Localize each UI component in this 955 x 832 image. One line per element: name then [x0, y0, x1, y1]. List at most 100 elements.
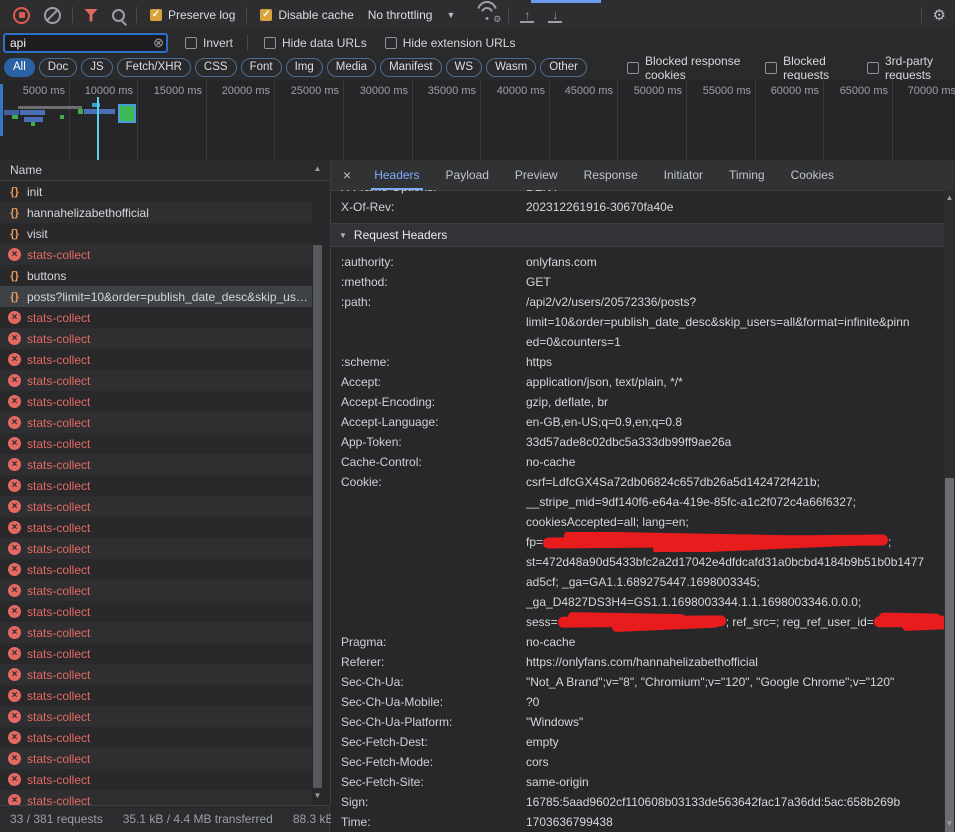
request-row[interactable]: ×stats-collect [0, 580, 312, 601]
filter-toggle-button[interactable] [77, 0, 105, 30]
checkbox-checked-icon: ✓ [260, 9, 272, 21]
request-name: stats-collect [27, 395, 312, 409]
request-row[interactable]: ×stats-collect [0, 475, 312, 496]
import-har-button[interactable]: ↑ [513, 0, 541, 30]
header-value-line: https://onlyfans.com/hannahelizabethoffi… [526, 652, 944, 672]
type-pill-other[interactable]: Other [540, 58, 587, 77]
throttling-dropdown[interactable]: No throttling ▼ [361, 0, 463, 30]
tab-headers[interactable]: Headers [361, 160, 432, 190]
request-headers-section-header[interactable]: ▼Request Headers [331, 223, 944, 247]
header-value-line: same-origin [526, 772, 944, 792]
type-pill-css[interactable]: CSS [195, 58, 237, 77]
disable-cache-checkbox[interactable]: ✓ Disable cache [253, 0, 360, 30]
filter-input[interactable] [4, 34, 167, 52]
header-name: :authority: [331, 252, 526, 272]
header-value-line: https [526, 352, 944, 372]
type-pill-all[interactable]: All [4, 58, 35, 77]
tab-initiator[interactable]: Initiator [651, 160, 716, 190]
type-pill-font[interactable]: Font [241, 58, 282, 77]
request-row[interactable]: ×stats-collect [0, 538, 312, 559]
export-har-button[interactable]: ↓ [541, 0, 569, 30]
tab-payload[interactable]: Payload [433, 160, 502, 190]
type-pill-wasm[interactable]: Wasm [486, 58, 536, 77]
header-value: same-origin [526, 772, 944, 792]
blocked-requests-checkbox[interactable]: Blocked requests [765, 54, 849, 82]
request-row[interactable]: ×stats-collect [0, 685, 312, 706]
hide-extension-urls-checkbox[interactable]: Hide extension URLs [385, 36, 516, 50]
invert-checkbox[interactable]: Invert [185, 36, 233, 50]
request-row[interactable]: ×stats-collect [0, 748, 312, 769]
request-row[interactable]: ×stats-collect [0, 559, 312, 580]
request-row[interactable]: ×stats-collect [0, 517, 312, 538]
search-button[interactable] [105, 0, 132, 30]
type-pill-js[interactable]: JS [81, 58, 112, 77]
name-column-header[interactable]: Name [0, 160, 330, 181]
request-row[interactable]: {}buttons [0, 265, 312, 286]
header-value: 16785:5aad9602cf110608b03133de563642fac1… [526, 792, 944, 812]
close-icon[interactable]: × [331, 167, 361, 183]
type-pill-img[interactable]: Img [286, 58, 323, 77]
request-row[interactable]: ×stats-collect [0, 706, 312, 727]
tab-timing[interactable]: Timing [716, 160, 778, 190]
type-pill-doc[interactable]: Doc [39, 58, 77, 77]
request-row[interactable]: {}visit [0, 223, 312, 244]
clear-filter-icon[interactable]: ⊗ [153, 35, 164, 51]
request-row[interactable]: ×stats-collect [0, 391, 312, 412]
request-row[interactable]: ×stats-collect [0, 307, 312, 328]
request-row[interactable]: {}init [0, 181, 312, 202]
clear-button[interactable] [37, 0, 68, 30]
tab-response[interactable]: Response [571, 160, 651, 190]
request-row[interactable]: ×stats-collect [0, 328, 312, 349]
request-row[interactable]: ×stats-collect [0, 412, 312, 433]
chevron-down-icon: ▼ [446, 10, 455, 20]
error-icon: × [8, 710, 21, 723]
details-scrollbar-thumb[interactable] [945, 478, 954, 832]
request-row[interactable]: ×stats-collect [0, 601, 312, 622]
header-row: Cookie:csrf=LdfcGX4Sa72db06824c657db26a5… [331, 472, 944, 632]
request-row[interactable]: ×stats-collect [0, 664, 312, 685]
blocked-response-cookies-checkbox[interactable]: Blocked response cookies [627, 54, 747, 82]
header-value-line: en-GB,en-US;q=0.9,en;q=0.8 [526, 412, 944, 432]
request-name: stats-collect [27, 458, 312, 472]
request-row[interactable]: ×stats-collect [0, 349, 312, 370]
network-status-bar: 33 / 381 requests 35.1 kB / 4.4 MB trans… [0, 805, 330, 832]
header-row: :path:/api2/v2/users/20572336/posts?limi… [331, 292, 944, 352]
header-name: Accept: [331, 372, 526, 392]
request-row[interactable]: ×stats-collect [0, 454, 312, 475]
type-pill-fetch-xhr[interactable]: Fetch/XHR [117, 58, 191, 77]
filter-divider [247, 35, 248, 51]
requests-scrollbar-thumb[interactable] [313, 245, 322, 788]
disclosure-triangle-icon: ▼ [339, 231, 347, 240]
scroll-down-icon[interactable]: ▼ [312, 791, 323, 800]
request-row[interactable]: ×stats-collect [0, 433, 312, 454]
request-row[interactable]: ×stats-collect [0, 370, 312, 391]
network-conditions-button[interactable]: ⚙ [470, 0, 504, 30]
tab-preview[interactable]: Preview [502, 160, 571, 190]
request-row[interactable]: ×stats-collect [0, 244, 312, 265]
error-icon: × [8, 374, 21, 387]
request-row[interactable]: ×stats-collect [0, 727, 312, 748]
request-row[interactable]: ×stats-collect [0, 643, 312, 664]
record-button[interactable] [6, 0, 37, 30]
hide-data-urls-checkbox[interactable]: Hide data URLs [264, 36, 367, 50]
type-pill-ws[interactable]: WS [446, 58, 483, 77]
header-row: :authority:onlyfans.com [331, 252, 944, 272]
3rd-party-requests-checkbox[interactable]: 3rd-party requests [867, 54, 955, 82]
timeline-tick-label: 70000 ms [880, 85, 955, 97]
settings-button[interactable]: ⚙ [926, 0, 953, 30]
type-pill-media[interactable]: Media [327, 58, 376, 77]
request-row[interactable]: ×stats-collect [0, 622, 312, 643]
request-row[interactable]: ×stats-collect [0, 790, 312, 805]
preserve-log-checkbox[interactable]: ✓ Preserve log [143, 0, 242, 30]
request-row[interactable]: ×stats-collect [0, 769, 312, 790]
network-overview-timeline[interactable]: 5000 ms10000 ms15000 ms20000 ms25000 ms3… [0, 80, 955, 161]
type-pill-manifest[interactable]: Manifest [380, 58, 441, 77]
scroll-up-icon[interactable]: ▲ [944, 193, 955, 202]
request-row[interactable]: {}hannahelizabethofficial [0, 202, 312, 223]
request-row[interactable]: ×stats-collect [0, 496, 312, 517]
request-row[interactable]: {}posts?limit=10&order=publish_date_desc… [0, 286, 312, 307]
header-value-line: _ga_D4827DS3H4=GS1.1.1698003344.1.1.1698… [526, 592, 944, 612]
scroll-up-icon[interactable]: ▲ [312, 164, 323, 173]
tab-cookies[interactable]: Cookies [778, 160, 847, 190]
scroll-down-icon[interactable]: ▼ [944, 819, 955, 828]
